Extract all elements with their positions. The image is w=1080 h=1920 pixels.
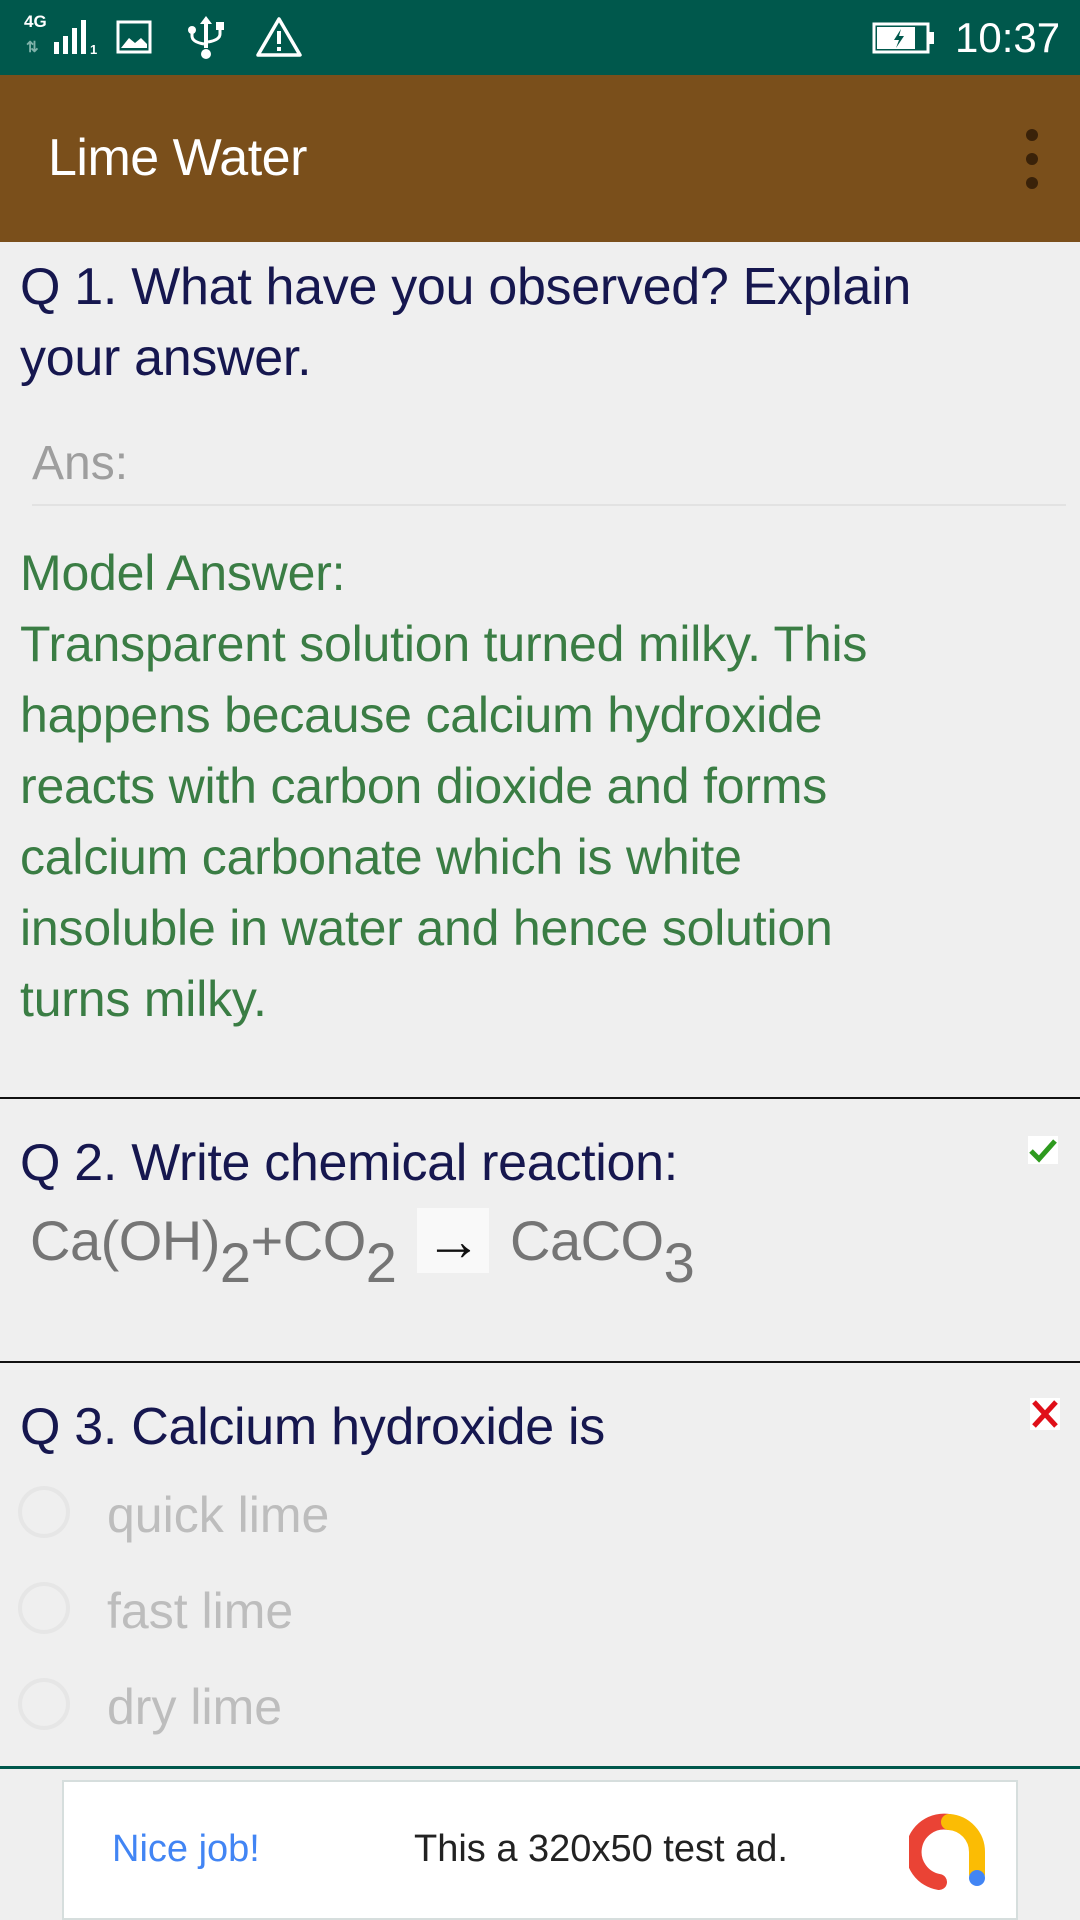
warning-icon bbox=[255, 16, 303, 58]
image-icon bbox=[116, 20, 152, 54]
option-quick-lime[interactable]: quick lime bbox=[18, 1480, 718, 1556]
option-label: quick lime bbox=[107, 1487, 330, 1543]
model-answer-line: reacts with carbon dioxide and forms bbox=[20, 758, 828, 814]
page-title: Lime Water bbox=[48, 129, 307, 187]
admob-logo-icon bbox=[905, 1812, 989, 1892]
question-1-text-line2: your answer. bbox=[20, 329, 312, 387]
model-answer-label: Model Answer: bbox=[20, 545, 346, 601]
ad-divider bbox=[0, 1766, 1080, 1769]
option-label: dry lime bbox=[107, 1679, 283, 1735]
signal-icon: 4G ⇅ 1 bbox=[24, 12, 98, 57]
ad-body: This a 320x50 test ad. bbox=[414, 1828, 788, 1870]
ad-headline: Nice job! bbox=[112, 1828, 260, 1870]
reactant-2-subscript: 2 bbox=[365, 1231, 397, 1294]
option-dry-lime[interactable]: dry lime bbox=[18, 1672, 718, 1748]
answer-placeholder: Ans: bbox=[32, 437, 129, 490]
reactant-2: CO bbox=[282, 1209, 367, 1272]
reactant-1: Ca(OH) bbox=[30, 1209, 220, 1272]
question-3-text: Q 3. Calcium hydroxide is bbox=[20, 1398, 605, 1456]
question-1-text-line1: Q 1. What have you observed? Explain bbox=[20, 258, 912, 316]
ad-banner[interactable]: Nice job! This a 320x50 test ad. bbox=[62, 1780, 1018, 1920]
chemical-equation: Ca(OH)2+CO2 → CaCO3 bbox=[30, 1208, 695, 1298]
arrow-icon: → bbox=[417, 1208, 489, 1273]
network-type: 4G bbox=[24, 12, 47, 31]
reactant-1-subscript: 2 bbox=[219, 1231, 251, 1294]
divider bbox=[0, 1361, 1080, 1363]
divider bbox=[0, 1097, 1080, 1099]
usb-icon bbox=[186, 14, 226, 60]
question-2-text: Q 2. Write chemical reaction: bbox=[20, 1134, 678, 1192]
product-subscript: 3 bbox=[663, 1231, 695, 1294]
radio-button[interactable] bbox=[18, 1486, 70, 1538]
overflow-menu-button[interactable] bbox=[1012, 127, 1052, 191]
option-fast-lime[interactable]: fast lime bbox=[18, 1576, 718, 1652]
clock: 10:37 bbox=[955, 14, 1061, 61]
product: CaCO bbox=[510, 1209, 664, 1272]
model-answer-line: insoluble in water and hence solution bbox=[20, 900, 833, 956]
plus-sign: + bbox=[250, 1209, 284, 1272]
option-label: fast lime bbox=[107, 1583, 294, 1639]
model-answer-line: turns milky. bbox=[20, 971, 267, 1027]
model-answer-line: Transparent solution turned milky. This bbox=[20, 616, 868, 672]
check-icon bbox=[1028, 1136, 1058, 1164]
sim-slot: 1 bbox=[90, 42, 98, 57]
radio-button[interactable] bbox=[18, 1678, 70, 1730]
battery-charging-icon bbox=[872, 22, 936, 54]
cross-icon bbox=[1030, 1398, 1060, 1430]
status-bar: 4G ⇅ 1 10:37 bbox=[0, 0, 1080, 75]
answer-input[interactable]: Ans: bbox=[32, 430, 1066, 506]
model-answer-line: happens because calcium hydroxide bbox=[20, 687, 823, 743]
model-answer: Model Answer: Transparent solution turne… bbox=[20, 538, 1080, 1035]
radio-button[interactable] bbox=[18, 1582, 70, 1634]
model-answer-line: calcium carbonate which is white bbox=[20, 829, 742, 885]
app-bar: Lime Water bbox=[0, 75, 1080, 242]
